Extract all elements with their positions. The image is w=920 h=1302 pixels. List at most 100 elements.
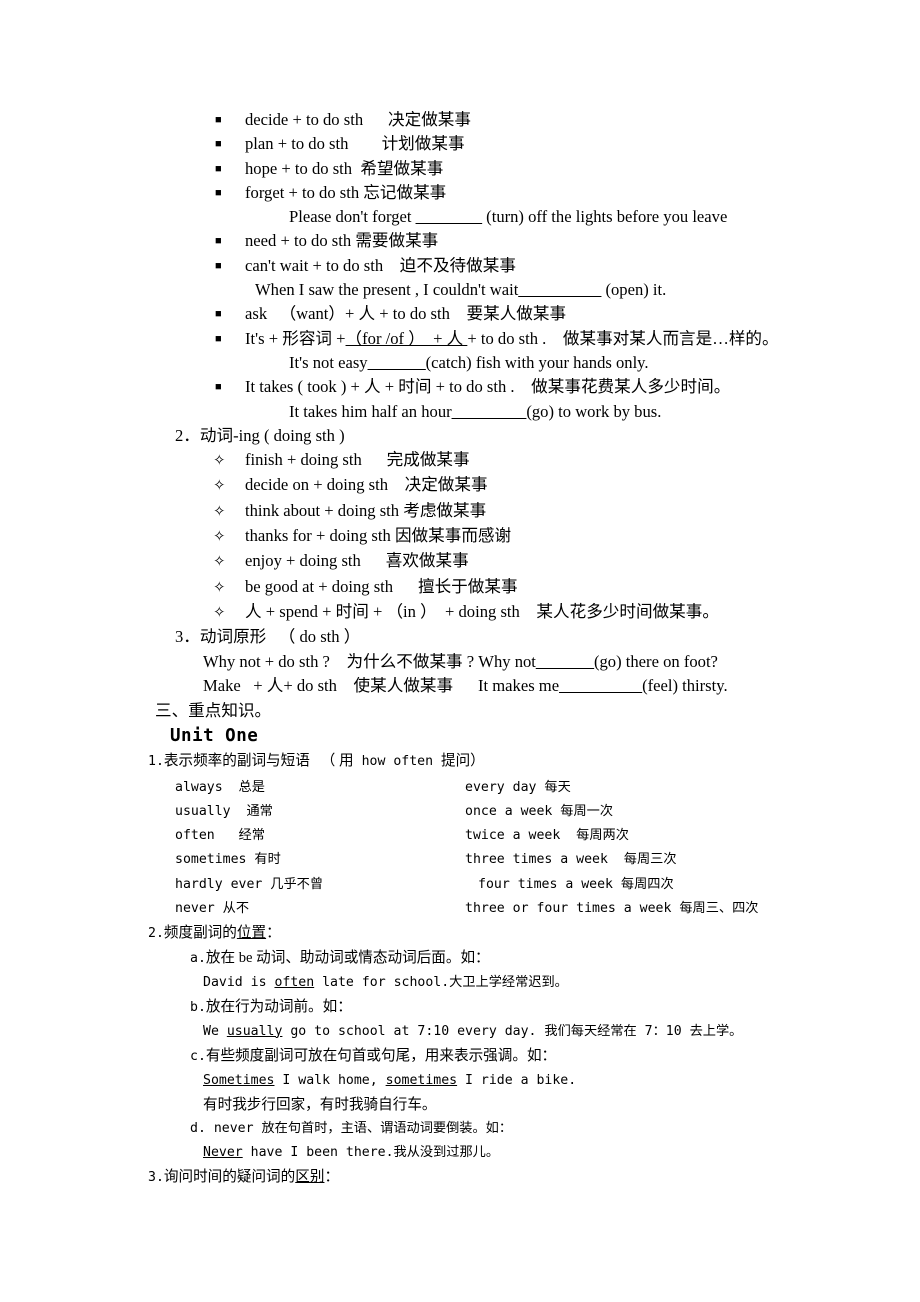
fill-blank: _______	[367, 352, 426, 372]
list-item: ✧ finish + doing sth 完成做某事	[0, 448, 920, 473]
item-text-after: 提问）	[440, 753, 485, 770]
list-item: ✧ 人 + spend + 时间 + （in ） + doing sth 某人花多…	[0, 600, 920, 625]
list-item: ✧ enjoy + doing sth 喜欢做某事	[0, 549, 920, 574]
example-underlined: usually	[226, 1023, 283, 1039]
document-page: ■ decide + to do sth 决定做某事 ■ plan + to do …	[0, 0, 920, 1302]
point-label: a.	[190, 950, 206, 966]
square-bullet-icon: ■	[215, 259, 222, 272]
example-underlined: often	[274, 974, 315, 990]
item-text-before: 表示频率的副词与短语 （ 用	[163, 753, 354, 770]
example-sentence: When I saw the present , I couldn't wait…	[0, 278, 920, 302]
frequency-phrase: four times a week 每周四次	[478, 876, 674, 892]
unit-title: Unit One	[170, 726, 259, 747]
pattern-text: thanks for + doing sth	[245, 526, 391, 546]
example-before: Make + 人+ do sth 使某人做某事 It makes me	[203, 675, 560, 695]
frequency-phrase: once a week 每周一次	[465, 804, 614, 820]
square-bullet-icon: ■	[215, 308, 222, 321]
example-before: When I saw the present , I couldn't wait	[255, 280, 519, 300]
square-bullet-icon: ■	[215, 114, 222, 126]
example-underlined-2: sometimes	[385, 1072, 458, 1088]
example-end: I ride a bike.	[457, 1072, 577, 1088]
frequency-adverb: hardly ever 几乎不曾	[175, 876, 324, 892]
pattern-text: decide + to do sth	[245, 110, 364, 129]
point-label: d.	[190, 1120, 206, 1136]
pattern-text: hope + to do sth	[245, 158, 353, 178]
table-row: never 从不 three or four times a week 每周三、…	[0, 897, 920, 921]
point-b-example: We usually go to school at 7:10 every da…	[0, 1020, 920, 1044]
example-after: have I been there.我从没到过那儿。	[242, 1144, 500, 1160]
meaning-text: 迫不及待做某事	[399, 255, 516, 275]
list-item: ✧ decide on + doing sth 决定做某事	[0, 473, 920, 498]
item-text-after: ：	[266, 924, 281, 941]
pattern-suffix: + to do sth . 做某事对某人而言是…样的。	[467, 328, 779, 348]
fill-blank: _________	[451, 401, 527, 421]
frequency-adverb: never 从不	[175, 900, 250, 916]
item-text-before: 询问时间的疑问词的	[163, 1168, 296, 1185]
fill-blank: _______	[535, 651, 594, 671]
item-text-after: ：	[324, 1168, 340, 1185]
example-middle: I walk home,	[274, 1072, 386, 1088]
point-c: c.有些频度副词可放在句首或句尾，用来表示强调。如：	[0, 1044, 920, 1069]
point-text: 放在 be 动词、助动词或情态动词后面。如：	[205, 949, 490, 966]
example-before: David is	[203, 974, 275, 990]
meaning-text: 决定做某事	[388, 110, 471, 129]
meaning-text: 因做某事而感谢	[394, 526, 512, 546]
ask-pattern-text: ask （want）+ 人 + to do sth 要某人做某事	[245, 304, 567, 324]
point-text: 有些频度副词可放在句首或句尾，用来表示强调。如：	[205, 1047, 557, 1064]
point-a: a.放在 be 动词、助动词或情态动词后面。如：	[0, 946, 920, 971]
meaning-text: 擅长于做某事	[417, 576, 518, 596]
frequency-phrase: three or four times a week 每周三、四次	[465, 900, 759, 916]
base-form-heading: 3．动词原形 （ do sth ）	[175, 627, 361, 647]
frequency-phrase: three times a week 每周三次	[465, 852, 677, 868]
list-item: ✧ be good at + doing sth 擅长于做某事	[0, 575, 920, 600]
fill-blank: __________	[559, 675, 643, 695]
example-underlined: Never	[203, 1144, 243, 1160]
point-label: c.	[190, 1048, 206, 1064]
gerund-heading: 2．动词-ing ( doing sth )	[175, 425, 345, 445]
item-number: 3.	[148, 1169, 164, 1185]
pattern-text: forget + to do sth	[245, 182, 360, 202]
pattern-text: plan + to do sth	[245, 134, 349, 154]
list-item: ■ forget + to do sth 忘记做某事	[0, 181, 920, 205]
square-bullet-icon: ■	[215, 381, 222, 394]
diamond-bullet-icon: ✧	[213, 503, 226, 520]
infinitive-list: ■ decide + to do sth 决定做某事 ■ plan + to do …	[0, 108, 920, 424]
point-b: b.放在行为动词前。如：	[0, 995, 920, 1020]
unit-item-2: 2.频度副词的位置：	[0, 921, 920, 946]
square-bullet-icon: ■	[215, 186, 222, 199]
diamond-bullet-icon: ✧	[213, 478, 226, 495]
gerund-section: 2．动词-ing ( doing sth ) ✧ finish + doing s…	[0, 424, 920, 625]
example-before: We	[203, 1023, 227, 1039]
fill-blank: __________	[518, 280, 602, 300]
pattern-text: decide on + doing sth	[245, 475, 389, 495]
example-after: (feel) thirsty.	[642, 675, 728, 695]
frequency-adverb: often 经常	[175, 828, 265, 844]
table-row: usually 通常 once a week 每周一次	[0, 800, 920, 824]
point-a-example: David is often late for school.大卫上学经常迟到。	[0, 971, 920, 995]
example-sentence: Why not + do sth ? 为什么不做某事 ? Why not____…	[0, 650, 920, 674]
list-item: ■ plan + to do sth 计划做某事	[0, 132, 920, 156]
square-bullet-icon: ■	[215, 332, 222, 345]
example-before: Please don't forget	[289, 207, 416, 227]
unit-item-1: 1.表示频率的副词与短语 （ 用 how often 提问）	[0, 749, 920, 774]
list-item: ■ It's + 形容词 +（for /of ） + 人 + to do sth …	[0, 327, 920, 351]
example-after: (open) it.	[601, 280, 667, 300]
table-row: often 经常 twice a week 每周两次	[0, 824, 920, 848]
frequency-table: always 总是 every day 每天 usually 通常 once a…	[0, 776, 920, 921]
pattern-prefix: It's + 形容词 +	[245, 328, 346, 348]
item-number: 2.	[148, 925, 164, 941]
list-item: ■ need + to do sth 需要做某事	[0, 229, 920, 253]
meaning-text: 忘记做某事	[363, 182, 447, 202]
example-sentence: It's not easy_______(catch) fish with yo…	[0, 351, 920, 375]
item-underlined: 位置	[236, 924, 267, 941]
list-item: ■ It takes ( took ) + 人 + 时间 + to do sth …	[0, 375, 920, 399]
example-after: (catch) fish with your hands only.	[425, 352, 649, 372]
item-text-before: 频度副词的	[163, 924, 237, 941]
meaning-text: 需要做某事	[355, 231, 439, 251]
point-label: b.	[190, 999, 206, 1015]
